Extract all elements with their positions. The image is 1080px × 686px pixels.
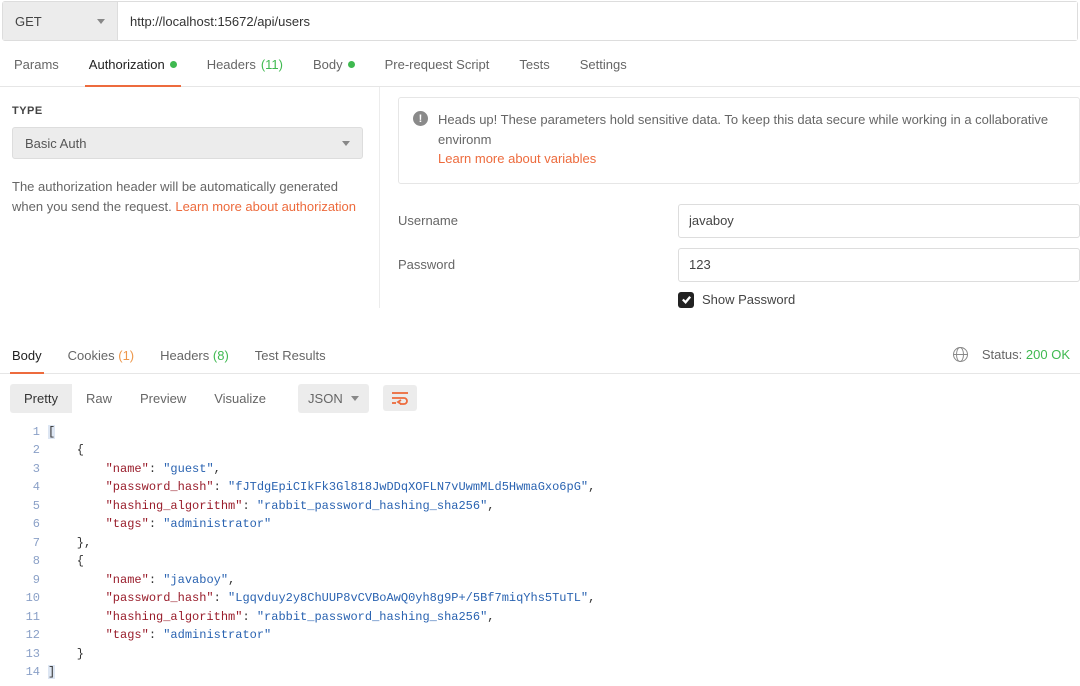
learn-more-auth-link[interactable]: Learn more about authorization	[175, 199, 356, 214]
tab-authorization[interactable]: Authorization	[85, 41, 181, 86]
http-method-value: GET	[15, 14, 42, 29]
auth-type-label: TYPE	[12, 105, 363, 117]
cookies-count: (1)	[118, 348, 134, 363]
line-gutter: 1234567891011121314	[0, 419, 48, 686]
view-preview[interactable]: Preview	[126, 384, 200, 413]
response-tabs: Body Cookies (1) Headers (8) Test Result…	[10, 336, 328, 373]
chevron-down-icon	[351, 396, 359, 401]
format-value: JSON	[308, 391, 343, 406]
view-bar: Pretty Raw Preview Visualize JSON	[0, 374, 1080, 419]
username-label: Username	[398, 213, 678, 228]
wrap-lines-button[interactable]	[383, 385, 417, 411]
auth-right-column: ! Heads up! These parameters hold sensit…	[380, 87, 1080, 308]
format-select[interactable]: JSON	[298, 384, 369, 413]
tab-settings[interactable]: Settings	[576, 41, 631, 86]
show-password-label: Show Password	[702, 292, 795, 307]
learn-more-variables-link[interactable]: Learn more about variables	[438, 151, 596, 166]
view-raw[interactable]: Raw	[72, 384, 126, 413]
url-bar: GET	[2, 1, 1078, 41]
response-bar: Body Cookies (1) Headers (8) Test Result…	[0, 336, 1080, 374]
resp-tab-headers[interactable]: Headers (8)	[158, 336, 231, 373]
status-value: 200 OK	[1026, 347, 1070, 362]
dot-icon	[170, 61, 177, 68]
headers-count: (11)	[261, 57, 283, 72]
tab-params[interactable]: Params	[10, 41, 63, 86]
request-tabs: Params Authorization Headers (11) Body P…	[0, 41, 1080, 87]
auth-help-text: The authorization header will be automat…	[12, 177, 363, 216]
json-code[interactable]: [ { "name": "guest", "password_hash": "f…	[48, 419, 1080, 686]
resp-tab-tests[interactable]: Test Results	[253, 336, 328, 373]
response-right: Status: 200 OK	[953, 347, 1070, 362]
chevron-down-icon	[97, 19, 105, 24]
username-row: Username	[398, 204, 1080, 238]
view-visualize[interactable]: Visualize	[200, 384, 280, 413]
auth-type-value: Basic Auth	[25, 136, 86, 151]
password-input[interactable]	[678, 248, 1080, 282]
username-input[interactable]	[678, 204, 1080, 238]
password-row: Password	[398, 248, 1080, 282]
auth-type-select[interactable]: Basic Auth	[12, 127, 363, 159]
tab-tests[interactable]: Tests	[515, 41, 553, 86]
warning-text: Heads up! These parameters hold sensitiv…	[438, 112, 1048, 147]
check-icon	[681, 294, 692, 305]
resp-tab-body[interactable]: Body	[10, 336, 44, 373]
auth-left-column: TYPE Basic Auth The authorization header…	[0, 87, 380, 308]
password-label: Password	[398, 257, 678, 272]
auth-panel: TYPE Basic Auth The authorization header…	[0, 87, 1080, 308]
http-method-select[interactable]: GET	[3, 2, 118, 40]
resp-tab-cookies[interactable]: Cookies (1)	[66, 336, 136, 373]
resp-headers-count: (8)	[213, 348, 229, 363]
show-password-row: Show Password	[678, 292, 1080, 308]
response-body: 1234567891011121314 [ { "name": "guest",…	[0, 419, 1080, 686]
globe-icon[interactable]	[953, 347, 968, 362]
tab-headers[interactable]: Headers (11)	[203, 41, 287, 86]
show-password-checkbox[interactable]	[678, 292, 694, 308]
warning-icon: !	[413, 111, 428, 126]
view-mode-group: Pretty Raw Preview Visualize	[10, 384, 280, 413]
dot-icon	[348, 61, 355, 68]
url-input[interactable]	[118, 2, 1077, 40]
wrap-icon	[391, 391, 409, 405]
sensitive-warning: ! Heads up! These parameters hold sensit…	[398, 97, 1080, 184]
chevron-down-icon	[342, 141, 350, 146]
tab-body[interactable]: Body	[309, 41, 359, 86]
tab-prerequest[interactable]: Pre-request Script	[381, 41, 494, 86]
view-pretty[interactable]: Pretty	[10, 384, 72, 413]
status-label: Status:	[982, 347, 1022, 362]
